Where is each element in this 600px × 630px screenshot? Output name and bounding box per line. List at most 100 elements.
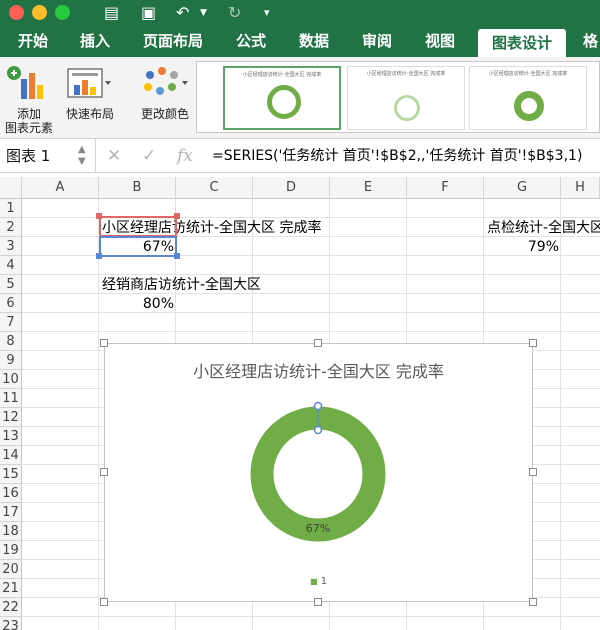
cell-g3[interactable]: 79% [484, 238, 559, 256]
column-header-d[interactable]: D [253, 177, 330, 199]
chart-resize-handle[interactable] [529, 339, 537, 347]
column-header-h[interactable]: H [561, 177, 600, 199]
row-header-16[interactable]: 16 [0, 484, 22, 503]
row-gridline [22, 274, 600, 275]
chart-style-thumb-title: 小区经理店访统计-全国大区 完成率 [488, 71, 568, 77]
row-header-13[interactable]: 13 [0, 427, 22, 446]
row-header-21[interactable]: 21 [0, 579, 22, 598]
tab-format[interactable]: 格 [583, 26, 598, 57]
range-handle[interactable] [174, 213, 180, 219]
formula-input[interactable]: =SERIES('任务统计 首页'!$B$2,,'任务统计 首页'!$B$3,1… [212, 139, 582, 173]
zoom-window-button[interactable] [55, 5, 70, 20]
row-header-6[interactable]: 6 [0, 294, 22, 313]
row-header-10[interactable]: 10 [0, 370, 22, 389]
chart-style-thumb-title: 小区经理店访统计-全国大区 完成率 [366, 71, 446, 77]
ribbon-chart-design: 添加 图表元素 快速布局 更改颜色 小区经理店访统计-全国大区 完成率 小区经理… [0, 57, 600, 139]
undo-icon[interactable]: ↶ [176, 3, 189, 23]
quick-layout-button[interactable]: 快速布局 [60, 107, 120, 121]
chart-resize-handle[interactable] [314, 339, 322, 347]
cell-b5[interactable]: 经销商店访统计-全国大区 [102, 276, 261, 294]
range-handle[interactable] [174, 253, 180, 259]
row-header-19[interactable]: 19 [0, 541, 22, 560]
select-all-corner[interactable] [0, 177, 22, 199]
row-header-23[interactable]: 23 [0, 617, 22, 630]
tab-insert[interactable]: 插入 [80, 26, 110, 57]
formula-bar: 图表 1 ▲ ▼ ✕ ✓ fx =SERIES('任务统计 首页'!$B$2,,'… [0, 139, 600, 173]
tab-review[interactable]: 审阅 [362, 26, 392, 57]
row-header-18[interactable]: 18 [0, 522, 22, 541]
enter-formula-icon[interactable]: ✓ [142, 139, 156, 173]
chart-legend[interactable]: ■ 1 [105, 576, 532, 587]
chart-resize-handle[interactable] [314, 598, 322, 606]
save-icon[interactable]: ▣ [141, 3, 156, 23]
tab-home[interactable]: 开始 [18, 26, 48, 57]
change-colors-button[interactable]: 更改颜色 [134, 107, 196, 121]
series-selection-handle[interactable] [313, 401, 323, 411]
row-header-22[interactable]: 22 [0, 598, 22, 617]
series-selection-handle[interactable] [313, 425, 323, 435]
row-header-4[interactable]: 4 [0, 256, 22, 275]
tab-view[interactable]: 视图 [425, 26, 455, 57]
ribbon-tabs: 开始 插入 页面布局 公式 数据 审阅 视图 图表设计 格 [0, 26, 600, 57]
tab-chart-design[interactable]: 图表设计 [478, 29, 567, 57]
row-header-8[interactable]: 8 [0, 332, 22, 351]
row-header-2[interactable]: 2 [0, 218, 22, 237]
close-window-button[interactable] [9, 5, 24, 20]
chart-style-thumb-2[interactable]: 小区经理店访统计-全国大区 完成率 [347, 66, 465, 130]
row-header-9[interactable]: 9 [0, 351, 22, 370]
column-gridline [560, 199, 561, 630]
customize-toolbar-icon[interactable]: ▾ [264, 3, 270, 23]
name-box-stepper-icon[interactable]: ▲ ▼ [78, 144, 86, 168]
cell-b6[interactable]: 80% [99, 295, 174, 313]
chart-style-thumb-ring [514, 91, 544, 121]
row-header-14[interactable]: 14 [0, 446, 22, 465]
column-header-b[interactable]: B [99, 177, 176, 199]
range-handle[interactable] [96, 253, 102, 259]
sidebar-toggle-icon[interactable]: ▤ [104, 3, 119, 23]
chart-plot-area: 67% [249, 401, 387, 543]
row-header-12[interactable]: 12 [0, 408, 22, 427]
row-header-7[interactable]: 7 [0, 313, 22, 332]
range-handle[interactable] [96, 213, 102, 219]
title-bar: ▤ ▣ ↶ ▼ ↻ ▾ [0, 0, 600, 26]
column-header-e[interactable]: E [330, 177, 407, 199]
insert-function-icon[interactable]: fx [177, 139, 193, 173]
legend-entry-label: 1 [320, 576, 328, 587]
row-header-20[interactable]: 20 [0, 560, 22, 579]
column-header-g[interactable]: G [484, 177, 561, 199]
column-header-c[interactable]: C [176, 177, 253, 199]
change-colors-icon[interactable] [140, 65, 190, 101]
row-header-17[interactable]: 17 [0, 503, 22, 522]
undo-dropdown-icon[interactable]: ▼ [200, 3, 207, 23]
tab-formulas[interactable]: 公式 [236, 26, 266, 57]
minimize-window-button[interactable] [32, 5, 47, 20]
chart-style-thumb-3[interactable]: 小区经理店访统计-全国大区 完成率 [469, 66, 587, 130]
tab-data[interactable]: 数据 [299, 26, 329, 57]
redo-icon[interactable]: ↻ [228, 3, 241, 23]
row-header-5[interactable]: 5 [0, 275, 22, 294]
chart-style-thumb-1[interactable]: 小区经理店访统计-全国大区 完成率 [223, 66, 341, 130]
name-box-value: 图表 1 [6, 147, 51, 165]
chart-resize-handle[interactable] [100, 598, 108, 606]
add-chart-element-button[interactable]: 添加 图表元素 [0, 107, 58, 135]
chart-resize-handle[interactable] [100, 468, 108, 476]
add-chart-element-icon[interactable] [6, 65, 48, 103]
cell-g2[interactable]: 点检统计-全国大区 [487, 219, 600, 237]
chart-style-thumb-ring [267, 85, 301, 119]
doughnut-chart[interactable]: 小区经理店访统计-全国大区 完成率 67% ■ 1 [100, 339, 537, 606]
row-header-3[interactable]: 3 [0, 237, 22, 256]
chart-resize-handle[interactable] [529, 468, 537, 476]
series-name-range-highlight [99, 216, 177, 237]
column-header-a[interactable]: A [22, 177, 99, 199]
chart-resize-handle[interactable] [100, 339, 108, 347]
tab-page-layout[interactable]: 页面布局 [143, 26, 203, 57]
data-label-1[interactable]: 67% [306, 522, 330, 535]
column-header-f[interactable]: F [407, 177, 484, 199]
chart-resize-handle[interactable] [529, 598, 537, 606]
column-gridline [98, 199, 99, 630]
quick-layout-icon[interactable] [66, 67, 112, 101]
cancel-formula-icon[interactable]: ✕ [107, 139, 121, 173]
row-header-1[interactable]: 1 [0, 199, 22, 218]
row-header-15[interactable]: 15 [0, 465, 22, 484]
row-header-11[interactable]: 11 [0, 389, 22, 408]
